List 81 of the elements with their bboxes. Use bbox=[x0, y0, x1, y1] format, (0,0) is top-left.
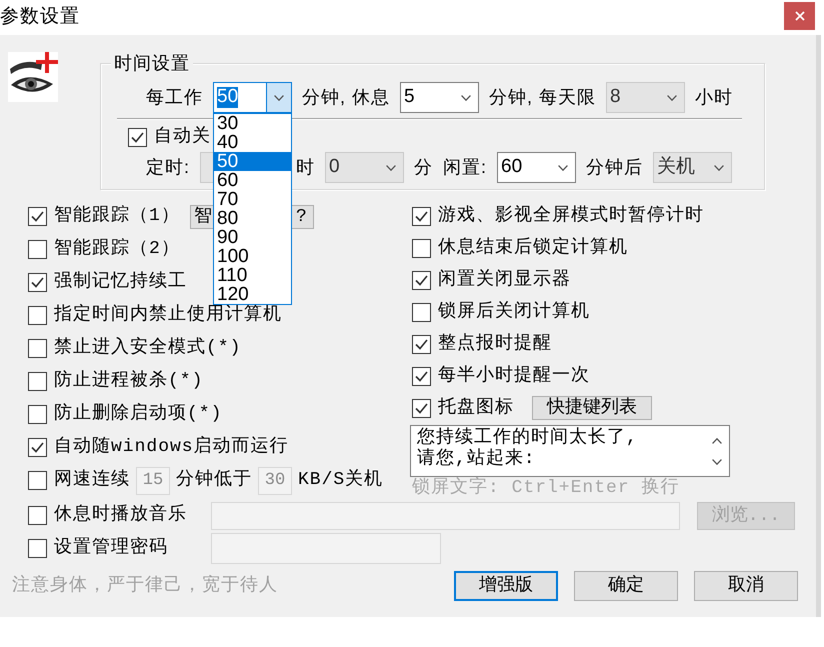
scroll-down-icon[interactable] bbox=[712, 458, 722, 464]
eye-icon bbox=[8, 52, 58, 102]
field-label: 分钟, 每天限 bbox=[489, 86, 596, 109]
checkbox[interactable] bbox=[412, 270, 431, 290]
chevron-down-icon bbox=[460, 94, 471, 100]
checkbox[interactable] bbox=[28, 539, 47, 558]
checkbox-label: 整点报时提醒 bbox=[438, 332, 552, 356]
hint-text: 锁屏文字: Ctrl+Enter 换行 bbox=[412, 477, 680, 499]
dropdown-option[interactable]: 90 bbox=[214, 228, 291, 247]
field-label: 闲置: bbox=[443, 156, 488, 179]
chevron-down-icon bbox=[274, 94, 284, 100]
checkbox-label: 锁屏后关闭计算机 bbox=[438, 300, 590, 324]
checkbox[interactable] bbox=[412, 238, 431, 258]
dialog-button[interactable]: 取消 bbox=[694, 571, 798, 601]
text-area[interactable]: 您持续工作的时间太长了, 请您,站起来: bbox=[410, 425, 730, 477]
checkbox[interactable] bbox=[412, 366, 431, 386]
checkbox-label: 闲置关闭显示器 bbox=[438, 268, 571, 292]
checkbox[interactable] bbox=[128, 128, 147, 146]
checkbox-label: 强制记忆持续工 bbox=[54, 270, 187, 294]
dropdown-option[interactable]: 70 bbox=[214, 190, 291, 209]
field-label: 每工作 bbox=[146, 86, 203, 109]
dropdown-option[interactable]: 40 bbox=[214, 133, 291, 152]
dropdown-option[interactable]: 100 bbox=[214, 247, 291, 266]
dropdown-option[interactable]: 60 bbox=[214, 171, 291, 190]
field-label: 分 bbox=[414, 156, 434, 179]
checkbox-label: 休息结束后锁定计算机 bbox=[438, 236, 628, 260]
checkbox[interactable] bbox=[412, 334, 431, 354]
checkbox[interactable] bbox=[28, 306, 47, 325]
checkbox-label: 托盘图标 bbox=[438, 396, 514, 420]
dialog-button[interactable]: 确定 bbox=[574, 571, 678, 601]
checkbox-label: 休息时播放音乐 bbox=[54, 502, 187, 527]
checkbox-label: 防止进程被杀(*) bbox=[54, 369, 204, 393]
checkbox[interactable] bbox=[28, 438, 47, 457]
field-label: 分钟, 休息 bbox=[302, 86, 390, 109]
checkbox[interactable] bbox=[28, 471, 47, 490]
chevron-down-icon bbox=[714, 164, 724, 170]
chevron-down-icon bbox=[558, 164, 568, 170]
checkbox[interactable] bbox=[412, 302, 431, 322]
checkbox-label: 禁止进入安全模式(*) bbox=[54, 336, 242, 360]
field-label: 分钟后 bbox=[586, 156, 644, 179]
close-button[interactable] bbox=[784, 2, 815, 30]
checkbox-label: 智能跟踪（1） bbox=[54, 204, 180, 228]
field-label: 小时 bbox=[695, 86, 734, 109]
unit-label: 分钟低于 bbox=[176, 468, 252, 492]
checkbox[interactable] bbox=[28, 405, 47, 424]
dropdown-option[interactable]: 30 bbox=[214, 114, 291, 133]
motto-text: 注意身体，严于律己，宽于待人 bbox=[12, 574, 278, 598]
dialog-button[interactable]: 增强版 bbox=[454, 571, 558, 601]
checkbox[interactable] bbox=[412, 398, 431, 418]
checkbox-label: 防止删除启动项(*) bbox=[54, 402, 222, 426]
window-title: 参数设置 bbox=[0, 5, 80, 30]
checkbox[interactable] bbox=[412, 206, 431, 226]
chevron-down-icon bbox=[666, 94, 677, 100]
dropdown-option[interactable]: 50 bbox=[214, 152, 291, 171]
dropdown-option[interactable]: 110 bbox=[214, 266, 291, 285]
unit-label: KB/S关机 bbox=[298, 468, 384, 492]
combo-box[interactable]: 5 bbox=[400, 82, 480, 113]
checkbox-label: 自动随windows启动而运行 bbox=[54, 434, 289, 459]
checkbox-label: 智能跟踪（2） bbox=[54, 237, 180, 261]
checkbox[interactable] bbox=[28, 240, 47, 259]
checkbox[interactable] bbox=[28, 207, 47, 226]
checkbox-label: 自动关 bbox=[154, 125, 211, 148]
chevron-down-icon bbox=[386, 164, 396, 170]
combo-box[interactable]: 50 bbox=[213, 82, 292, 113]
combo-box[interactable]: 60 bbox=[497, 152, 576, 183]
checkbox[interactable] bbox=[28, 506, 47, 525]
checkbox-label: 设置管理密码 bbox=[54, 536, 168, 560]
scroll-up-icon[interactable] bbox=[712, 438, 722, 444]
checkbox[interactable] bbox=[28, 339, 47, 358]
checkbox-label: 指定时间内禁止使用计算机 bbox=[54, 302, 282, 327]
dropdown-option[interactable]: 80 bbox=[214, 209, 291, 228]
checkbox[interactable] bbox=[28, 273, 47, 292]
checkbox-label: 每半小时提醒一次 bbox=[438, 364, 590, 388]
field-label: 时 bbox=[296, 156, 316, 179]
dropdown-option[interactable]: 120 bbox=[214, 285, 291, 304]
close-icon bbox=[794, 11, 804, 21]
checkbox-label: 游戏、影视全屏模式时暂停计时 bbox=[438, 204, 704, 228]
option-button[interactable]: 快捷键列表 bbox=[532, 396, 652, 420]
field-label: 定时: bbox=[146, 156, 190, 179]
checkbox[interactable] bbox=[28, 372, 47, 391]
checkbox-label: 网速连续 bbox=[54, 468, 130, 492]
